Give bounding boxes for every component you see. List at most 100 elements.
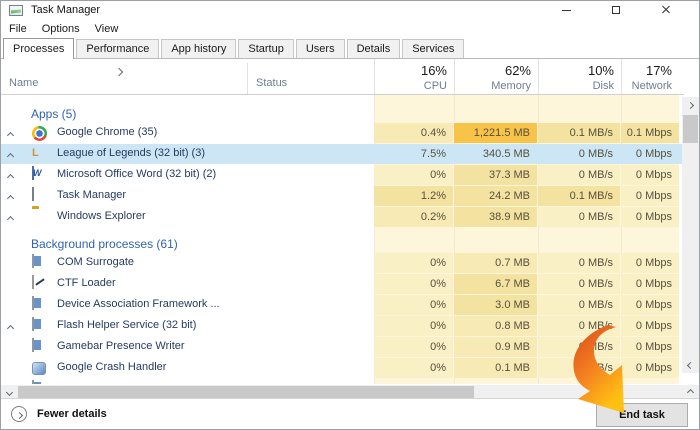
minimize-icon[interactable] [541,1,591,19]
scroll-down-icon[interactable] [682,357,699,373]
maximize-icon[interactable] [591,1,641,19]
cpu-cell: 0% [374,316,453,336]
expand-chevron-icon[interactable] [8,129,13,141]
network-cell: 0 Mbps [621,316,679,336]
column-header-memory[interactable]: 62%Memory [454,59,538,94]
cpu-cell: 0% [374,165,453,185]
column-header-name[interactable]: Name [9,77,38,89]
generic-window-icon [32,254,34,268]
task-manager-icon [32,187,34,201]
process-name: Device Association Framework ... [57,298,220,310]
expand-chevron-icon[interactable] [8,192,13,204]
process-row-windows-explorer[interactable]: Windows Explorer0.2%38.9 MB0 MB/s0 Mbps [1,207,684,227]
expand-chevron-icon[interactable] [8,150,13,162]
generic-window-icon [32,317,34,331]
disk-cell: 0 MB/s [538,295,620,315]
process-list: Apps (5)Google Chrome (35)0.4%1,221.5 MB… [1,95,684,384]
process-row-gamebar-presence-writer[interactable]: Gamebar Presence Writer0%0.9 MB0 MB/s0 M… [1,337,684,357]
process-row-league-of-legends-32-bit-3[interactable]: League of Legends (32 bit) (3)7.5%340.5 … [1,144,684,164]
cpu-cell: 0.2% [374,207,453,227]
column-header-status[interactable]: Status [256,77,287,89]
column-total-percent: 10% [539,63,614,78]
network-cell: 0 Mbps [621,207,679,227]
column-header-network[interactable]: 17% Network [621,59,679,94]
cpu-cell: 0% [374,274,453,294]
fewer-details-toggle[interactable]: Fewer details [11,406,107,422]
process-row-flash-helper-service-32-bit[interactable]: Flash Helper Service (32 bit)0%0.8 MB0 M… [1,316,684,336]
process-name: Microsoft Office Word (32 bit) (2) [57,168,216,180]
menu-bar: File Options View [1,19,699,38]
ctf-loader-icon [32,275,34,289]
disk-cell: 0 MB/s [538,144,620,164]
cpu-cell: 7.5% [374,144,453,164]
network-cell: 0 Mbps [621,186,679,206]
process-row-google-crash-handler[interactable]: Google Crash Handler0%0.1 MB0 MB/s0 Mbps [1,358,684,378]
process-row-device-association-framework[interactable]: Device Association Framework ...0%3.0 MB… [1,295,684,315]
memory-cell: 37.3 MB [454,165,537,185]
tab-details[interactable]: Details [347,39,401,58]
tab-performance[interactable]: Performance [76,39,159,58]
partial-process-row[interactable] [1,379,684,384]
tab-users[interactable]: Users [296,39,345,58]
tab-processes[interactable]: Processes [3,38,74,59]
end-task-button[interactable]: End task [596,403,688,427]
expand-chevron-icon[interactable] [8,213,13,225]
network-cell: 0 Mbps [621,144,679,164]
memory-cell: 0.7 MB [454,253,537,273]
scroll-up-icon[interactable] [682,97,699,113]
network-cell: 0 Mbps [621,165,679,185]
process-row-microsoft-office-word-32-bit-2[interactable]: Microsoft Office Word (32 bit) (2) 0%37.3… [1,165,684,185]
cpu-cell: 0% [374,295,453,315]
cpu-cell: 0% [374,253,453,273]
task-manager-icon [9,5,23,16]
title-bar: Task Manager [1,1,699,19]
process-row-task-manager[interactable]: Task Manager1.2%24.2 MB0.1 MB/s0 Mbps [1,186,684,206]
window-controls [541,1,691,19]
column-header-disk[interactable]: 10%Disk [538,59,621,94]
close-icon[interactable] [641,1,691,19]
column-label: CPU [375,80,447,92]
menu-view[interactable]: View [95,23,119,35]
process-row-com-surrogate[interactable]: COM Surrogate0%0.7 MB0 MB/s0 Mbps [1,253,684,273]
process-rows: Apps (5)Google Chrome (35)0.4%1,221.5 MB… [1,95,684,384]
process-row-google-chrome-35[interactable]: Google Chrome (35)0.4%1,221.5 MB0.1 MB/s… [1,123,684,143]
expand-chevron-icon[interactable] [8,322,13,334]
network-cell: 0 Mbps [621,274,679,294]
generic-window-icon [32,296,34,310]
tab-app-history[interactable]: App history [161,39,236,58]
disk-cell: 0 MB/s [538,316,620,336]
window-title: Task Manager [31,4,100,16]
memory-cell: 24.2 MB [454,186,537,206]
process-name: Gamebar Presence Writer [57,340,185,352]
tab-startup[interactable]: Startup [238,39,293,58]
vertical-scrollbar[interactable] [682,97,699,373]
network-cell: 0 Mbps [621,337,679,357]
cpu-cell: 0% [374,358,453,378]
network-cell: 0 Mbps [621,253,679,273]
process-name: Flash Helper Service (32 bit) [57,319,196,331]
disk-cell: 0.1 MB/s [538,123,620,143]
column-header-cpu[interactable]: 16%CPU [374,59,454,94]
column-total-percent: 17% [622,63,672,78]
column-label: Memory [455,80,531,92]
process-row-ctf-loader[interactable]: CTF Loader0%6.7 MB0 MB/s0 Mbps [1,274,684,294]
menu-options[interactable]: Options [42,23,80,35]
expand-chevron-icon[interactable] [8,171,13,183]
memory-cell: 0.1 MB [454,358,537,378]
table-header: Name Status 16%CPU62%Memory10%Disk17% Net… [1,59,684,95]
menu-file[interactable]: File [9,23,27,35]
disk-cell: 0 MB/s [538,165,620,185]
vertical-scrollbar-thumb[interactable] [683,115,698,143]
process-name: Google Chrome (35) [57,126,157,138]
disk-cell: 0 MB/s [538,274,620,294]
disk-cell: 0 MB/s [538,253,620,273]
chrome-icon [32,126,47,141]
tab-strip: ProcessesPerformanceApp historyStartupUs… [1,38,699,59]
task-manager-window: Task Manager File Options View ProcessesPe… [0,0,700,430]
column-label: Network [622,80,672,92]
memory-cell: 0.8 MB [454,316,537,336]
section-header-background-processes-61: Background processes (61) [1,231,684,253]
generic-window-icon [32,380,34,384]
memory-cell: 1,221.5 MB [454,123,537,143]
tab-services[interactable]: Services [402,39,464,58]
